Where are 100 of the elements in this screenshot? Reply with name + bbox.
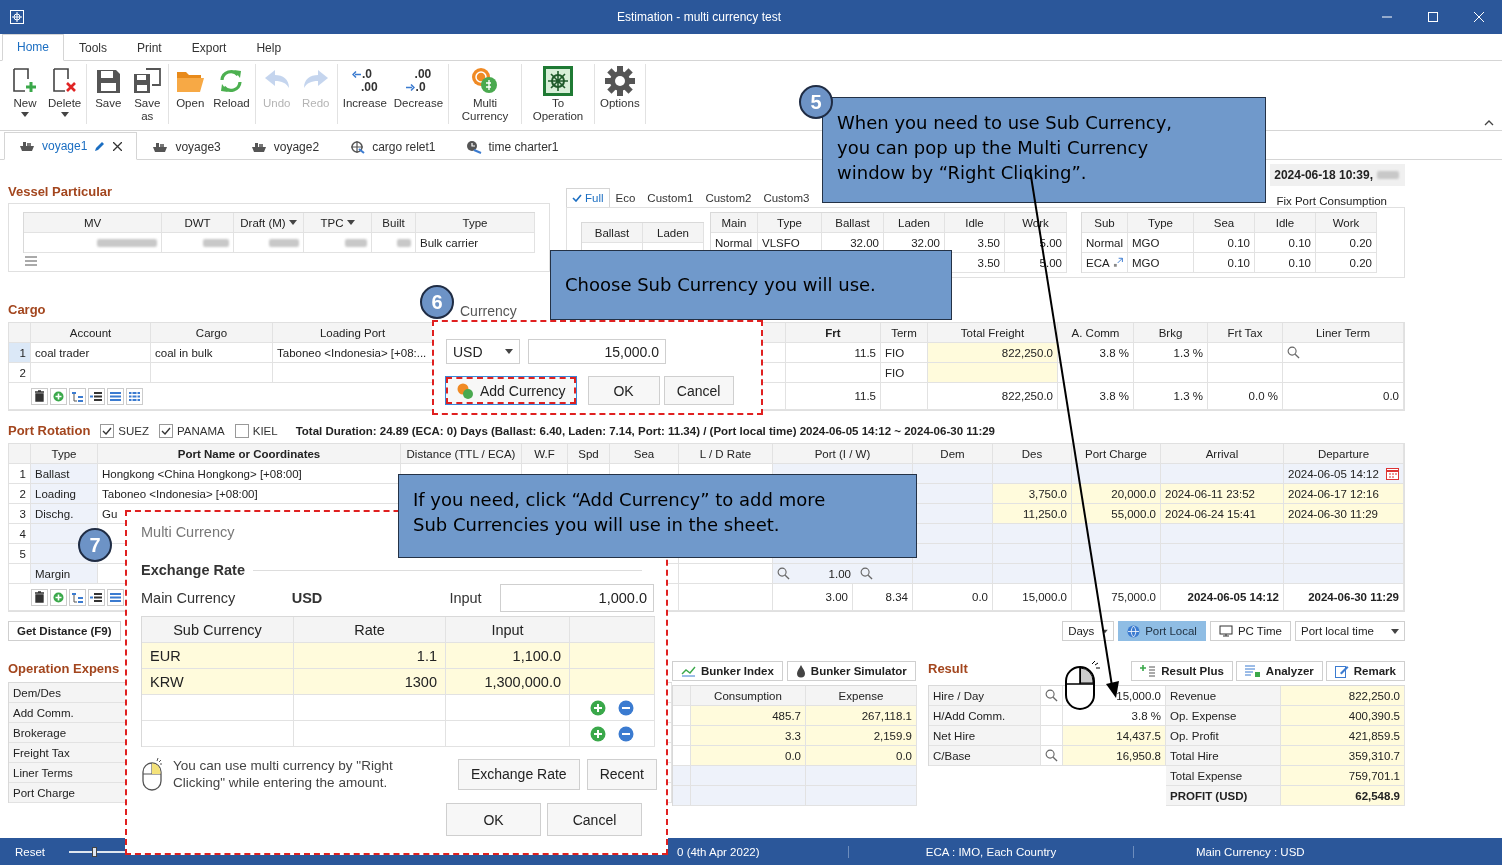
grid-icon[interactable]	[126, 387, 143, 405]
ribbon-button[interactable]: .0 .00 Increase	[340, 64, 389, 124]
add-icon[interactable]	[590, 699, 606, 716]
document-tab[interactable]: cargo relet1	[334, 133, 451, 160]
table-cell: 0.10	[1255, 253, 1316, 273]
mode-tab[interactable]: Custom1	[641, 188, 700, 207]
canal-checkbox[interactable]: KIEL	[234, 423, 278, 438]
ok-button[interactable]: OK	[446, 803, 541, 836]
canal-checkbox[interactable]: PANAMA	[159, 423, 225, 438]
search-icon[interactable]	[1045, 749, 1058, 762]
row-label: Port Charge	[9, 783, 126, 803]
collapse-icon[interactable]	[1484, 120, 1494, 126]
rows-icon[interactable]	[107, 387, 124, 405]
ribbon-button[interactable]: .00 .0 Decrease	[391, 64, 446, 124]
remove-icon[interactable]	[618, 725, 634, 742]
column-header: Cargo	[151, 323, 273, 343]
column-header: Dem	[913, 444, 993, 464]
wheel-icon	[349, 140, 366, 154]
insert-row-icon[interactable]	[88, 387, 105, 405]
result-tool-button[interactable]: Analyzer	[1235, 661, 1323, 681]
total-cell: 75,000.0	[1072, 584, 1161, 611]
input-field[interactable]: 1,000.0	[500, 584, 654, 612]
mode-tab[interactable]: Custom2	[699, 188, 758, 207]
indent-icon[interactable]	[69, 588, 86, 606]
maximize-icon[interactable]	[1428, 12, 1438, 22]
table-cell: 11,250.0	[993, 504, 1072, 524]
amount-field[interactable]: 15,000.0	[528, 339, 666, 364]
section-title: Operation Expens	[8, 661, 120, 676]
column-header: Des	[993, 444, 1072, 464]
drop-icon	[795, 664, 806, 678]
add-icon[interactable]	[590, 725, 606, 742]
ok-button[interactable]: OK	[587, 376, 660, 405]
table-cell: 55,000.0	[1072, 504, 1161, 524]
total-cell: 2024-06-30 11:29	[1284, 584, 1404, 611]
canal-checkbox[interactable]: SUEZ	[100, 423, 149, 438]
total-cell: 8.34	[853, 584, 913, 611]
unit-dropdown[interactable]: Days	[1062, 621, 1115, 641]
column-header: Frt Tax	[1208, 323, 1283, 343]
rows-icon[interactable]	[107, 588, 124, 606]
time-mode-button[interactable]: Port Local	[1118, 621, 1206, 641]
dialog-button[interactable]: Exchange Rate	[457, 758, 580, 790]
main-currency-value: USD	[291, 590, 324, 606]
table-cell: 1.3 %	[1134, 343, 1208, 363]
mode-tab[interactable]: Eco	[609, 188, 642, 207]
ribbon-button[interactable]: New	[7, 64, 43, 124]
ship-wheel-icon	[542, 65, 575, 97]
expand-icon[interactable]	[1112, 257, 1123, 268]
document-tab[interactable]: voyage3	[137, 133, 236, 160]
ribbon-button[interactable]: Delete	[46, 64, 84, 124]
decimal-icon-text: .00	[414, 68, 432, 81]
close-icon[interactable]	[113, 141, 123, 151]
callout: Choose Sub Currency you will use.	[550, 250, 952, 320]
dialog-button[interactable]: Recent	[586, 758, 657, 790]
time-zone-dropdown[interactable]: Port local time	[1295, 621, 1405, 641]
step-badge: 5	[799, 85, 833, 119]
ribbon-button[interactable]: Save as	[129, 64, 166, 124]
mode-tab[interactable]: Custom3	[757, 188, 816, 207]
currency-dropdown[interactable]: USD	[446, 339, 520, 364]
document-tab[interactable]: time charter1	[450, 133, 574, 160]
menu-tab[interactable]: Help	[241, 35, 297, 61]
reset-button[interactable]: Reset	[15, 845, 46, 858]
search-icon[interactable]	[1045, 689, 1058, 702]
menu-tab[interactable]: Home	[2, 34, 64, 61]
search-icon[interactable]	[860, 567, 873, 580]
ribbon-button[interactable]: Reload	[211, 64, 252, 124]
remove-icon[interactable]	[618, 699, 634, 716]
table-cell: 822,250.0	[928, 343, 1058, 363]
column-header: Term	[881, 323, 928, 343]
time-mode-button[interactable]: PC Time	[1209, 621, 1291, 641]
search-icon[interactable]	[1287, 346, 1300, 359]
result-tool-button[interactable]: Remark	[1325, 661, 1405, 681]
column-header: Idle	[945, 213, 1005, 233]
result-tool-button[interactable]: Result Plus	[1131, 661, 1233, 681]
cancel-button[interactable]: Cancel	[547, 803, 642, 836]
calendar-icon[interactable]	[1386, 467, 1399, 480]
bunker-index-button[interactable]: Bunker Index	[672, 661, 783, 681]
ribbon-button[interactable]: Save	[90, 64, 127, 124]
ribbon-button[interactable]: To Operation	[525, 64, 592, 124]
menu-tab[interactable]: Tools	[64, 35, 123, 61]
cancel-button[interactable]: Cancel	[663, 376, 734, 405]
get-distance-button[interactable]: Get Distance (F9)	[8, 621, 121, 641]
caret-icon	[505, 349, 513, 354]
menu-tab[interactable]: Print	[122, 35, 177, 61]
ribbon-button[interactable]: Open	[172, 64, 209, 124]
slider-thumb[interactable]	[92, 846, 98, 857]
add-currency-button[interactable]: Add Currency	[446, 377, 576, 404]
row-label: Add Comm.	[9, 703, 126, 723]
trash-icon[interactable]	[31, 588, 48, 606]
document-tab[interactable]: voyage2	[235, 133, 335, 160]
mode-tab[interactable]: Full	[566, 188, 610, 207]
document-tab[interactable]: voyage1	[4, 132, 138, 160]
menu-tab[interactable]: Export	[176, 35, 242, 61]
ribbon-button[interactable]: Options	[598, 64, 642, 124]
ribbon-button[interactable]: Multi Currency	[452, 64, 519, 124]
search-icon[interactable]	[777, 567, 790, 580]
trash-icon[interactable]	[31, 387, 48, 405]
table-cell: 1,300,000.0	[446, 669, 570, 695]
indent-icon[interactable]	[69, 387, 86, 405]
bunker-simulator-button[interactable]: Bunker Simulator	[786, 661, 916, 681]
insert-row-icon[interactable]	[88, 588, 105, 606]
